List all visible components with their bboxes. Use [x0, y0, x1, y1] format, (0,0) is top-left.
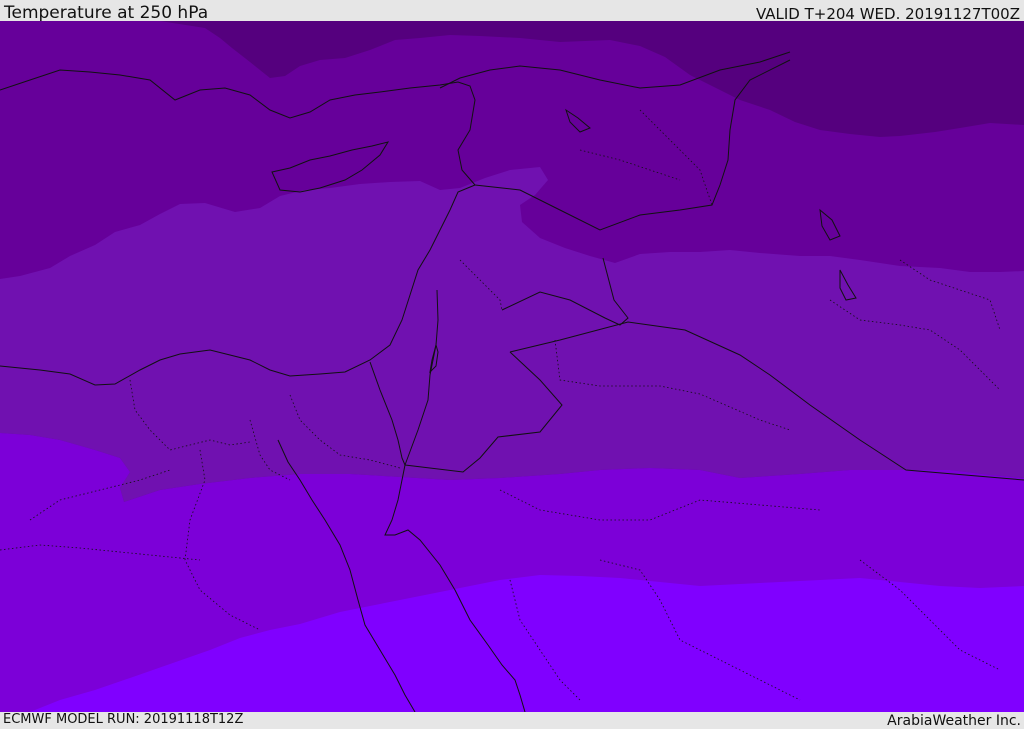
header-bar: Temperature at 250 hPa VALID T+204 WED. … — [0, 0, 1024, 23]
map-title: Temperature at 250 hPa — [4, 3, 209, 23]
model-run-label: ECMWF MODEL RUN: 20191118T12Z — [3, 712, 244, 727]
weather-map[interactable] — [0, 21, 1024, 712]
credit-label: ArabiaWeather Inc. — [887, 713, 1021, 729]
footer-bar: ECMWF MODEL RUN: 20191118T12Z ArabiaWeat… — [0, 712, 1024, 729]
